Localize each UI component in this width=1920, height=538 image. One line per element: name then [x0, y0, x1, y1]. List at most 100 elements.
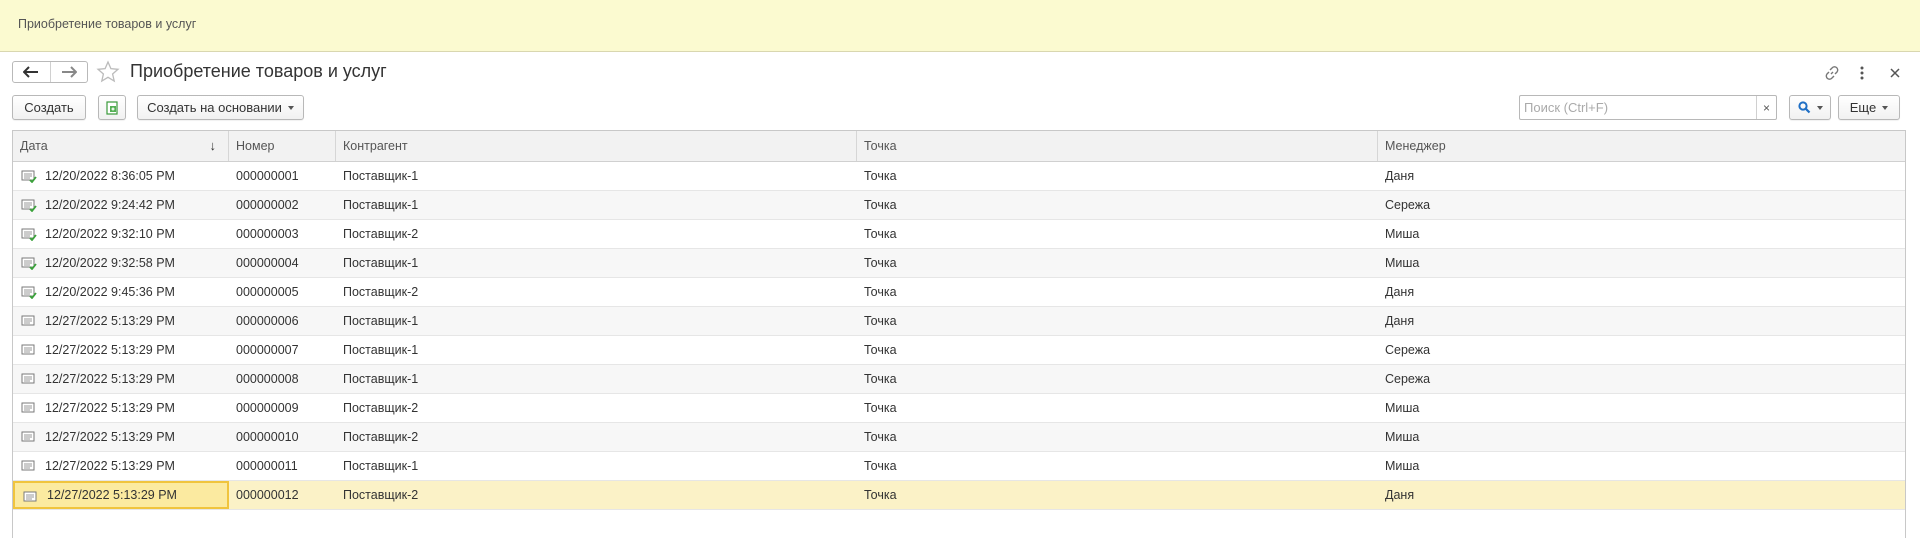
counterparty-cell[interactable]: Поставщик-1	[336, 336, 857, 364]
create-button[interactable]: Создать	[12, 95, 86, 120]
manager-cell[interactable]: Миша	[1378, 452, 1905, 480]
manager-cell[interactable]: Даня	[1378, 481, 1905, 509]
table-row[interactable]: 12/20/2022 9:32:10 PM 000000003 Поставщик-…	[13, 220, 1905, 249]
counterparty-cell[interactable]: Поставщик-2	[336, 481, 857, 509]
date-cell[interactable]: 12/27/2022 5:13:29 PM	[13, 394, 229, 422]
create-based-on-label: Создать на основании	[147, 100, 282, 115]
number-cell[interactable]: 000000010	[229, 423, 336, 451]
point-cell[interactable]: Точка	[857, 191, 1378, 219]
table-row[interactable]: 12/20/2022 9:32:58 PM 000000004 Поставщик-…	[13, 249, 1905, 278]
counterparty-cell[interactable]: Поставщик-2	[336, 394, 857, 422]
manager-cell[interactable]: Миша	[1378, 249, 1905, 277]
favorite-button[interactable]	[96, 60, 120, 84]
table-row[interactable]: 12/20/2022 9:45:36 PM 000000005 Поставщик-…	[13, 278, 1905, 307]
number-cell[interactable]: 000000009	[229, 394, 336, 422]
date-cell[interactable]: 12/20/2022 8:36:05 PM	[13, 162, 229, 190]
date-cell[interactable]: 12/27/2022 5:13:29 PM	[13, 481, 229, 509]
counterparty-cell[interactable]: Поставщик-2	[336, 278, 857, 306]
date-cell[interactable]: 12/20/2022 9:45:36 PM	[13, 278, 229, 306]
number-cell[interactable]: 000000011	[229, 452, 336, 480]
table-row[interactable]: 12/27/2022 5:13:29 PM 000000006 Поставщик-…	[13, 307, 1905, 336]
point-cell[interactable]: Точка	[857, 336, 1378, 364]
point-cell[interactable]: Точка	[857, 394, 1378, 422]
column-header-counterparty[interactable]: Контрагент	[336, 131, 857, 161]
table-row[interactable]: 12/27/2022 5:13:29 PM 000000007 Поставщик-…	[13, 336, 1905, 365]
point-cell[interactable]: Точка	[857, 452, 1378, 480]
more-button-label: Еще	[1849, 100, 1877, 115]
table-row[interactable]: 12/27/2022 5:13:29 PM 000000012 Поставщик-…	[13, 481, 1905, 510]
column-header-point[interactable]: Точка	[857, 131, 1378, 161]
column-header-manager[interactable]: Менеджер	[1378, 131, 1905, 161]
page-title: Приобретение товаров и услуг	[130, 61, 387, 81]
manager-cell-text: Миша	[1385, 256, 1420, 270]
manager-cell[interactable]: Сережа	[1378, 365, 1905, 393]
manager-cell[interactable]: Миша	[1378, 394, 1905, 422]
number-cell[interactable]: 000000006	[229, 307, 336, 335]
point-cell[interactable]: Точка	[857, 307, 1378, 335]
date-cell[interactable]: 12/27/2022 5:13:29 PM	[13, 423, 229, 451]
search-input[interactable]	[1520, 96, 1758, 119]
counterparty-cell-text: Поставщик-1	[343, 169, 419, 183]
date-cell[interactable]: 12/27/2022 5:13:29 PM	[13, 336, 229, 364]
manager-cell[interactable]: Сережа	[1378, 191, 1905, 219]
manager-cell[interactable]: Миша	[1378, 220, 1905, 248]
manager-cell[interactable]: Даня	[1378, 162, 1905, 190]
point-cell[interactable]: Точка	[857, 162, 1378, 190]
manager-cell[interactable]: Даня	[1378, 278, 1905, 306]
date-cell[interactable]: 12/27/2022 5:13:29 PM	[13, 452, 229, 480]
number-cell[interactable]: 000000012	[229, 481, 336, 509]
point-cell[interactable]: Точка	[857, 365, 1378, 393]
link-button[interactable]	[1822, 63, 1842, 83]
table-row[interactable]: 12/27/2022 5:13:29 PM 000000010 Поставщик-…	[13, 423, 1905, 452]
chevron-down-icon	[287, 105, 294, 110]
counterparty-cell[interactable]: Поставщик-2	[336, 220, 857, 248]
search-options-button[interactable]	[1789, 95, 1831, 120]
number-cell[interactable]: 000000001	[229, 162, 336, 190]
column-header-date[interactable]: Дата ↓	[13, 131, 229, 161]
counterparty-cell[interactable]: Поставщик-1	[336, 191, 857, 219]
manager-cell[interactable]: Миша	[1378, 423, 1905, 451]
number-cell[interactable]: 000000007	[229, 336, 336, 364]
point-cell[interactable]: Точка	[857, 278, 1378, 306]
point-cell-text: Точка	[864, 227, 897, 241]
table-row[interactable]: 12/27/2022 5:13:29 PM 000000009 Поставщик-…	[13, 394, 1905, 423]
create-based-on-dropdown[interactable]: Создать на основании	[137, 95, 304, 120]
date-cell-text: 12/27/2022 5:13:29 PM	[47, 488, 177, 502]
forward-button[interactable]	[49, 62, 87, 82]
manager-cell[interactable]: Сережа	[1378, 336, 1905, 364]
counterparty-cell[interactable]: Поставщик-1	[336, 452, 857, 480]
point-cell[interactable]: Точка	[857, 423, 1378, 451]
number-cell[interactable]: 000000003	[229, 220, 336, 248]
manager-cell[interactable]: Даня	[1378, 307, 1905, 335]
back-button[interactable]	[13, 62, 50, 82]
forward-arrow-icon	[61, 66, 77, 78]
point-cell[interactable]: Точка	[857, 220, 1378, 248]
counterparty-cell[interactable]: Поставщик-2	[336, 423, 857, 451]
more-actions-button[interactable]	[1852, 63, 1872, 83]
counterparty-cell[interactable]: Поставщик-1	[336, 162, 857, 190]
number-cell[interactable]: 000000008	[229, 365, 336, 393]
table-row[interactable]: 12/27/2022 5:13:29 PM 000000008 Поставщик-…	[13, 365, 1905, 394]
date-cell[interactable]: 12/27/2022 5:13:29 PM	[13, 365, 229, 393]
table-row[interactable]: 12/27/2022 5:13:29 PM 000000011 Поставщик-…	[13, 452, 1905, 481]
close-button[interactable]	[1885, 63, 1905, 83]
number-cell[interactable]: 000000004	[229, 249, 336, 277]
date-cell[interactable]: 12/20/2022 9:32:10 PM	[13, 220, 229, 248]
date-cell[interactable]: 12/27/2022 5:13:29 PM	[13, 307, 229, 335]
date-cell[interactable]: 12/20/2022 9:24:42 PM	[13, 191, 229, 219]
table-row[interactable]: 12/20/2022 9:24:42 PM 000000002 Поставщик-…	[13, 191, 1905, 220]
column-header-number[interactable]: Номер	[229, 131, 336, 161]
search-clear-button[interactable]: ×	[1756, 96, 1776, 119]
counterparty-cell[interactable]: Поставщик-1	[336, 249, 857, 277]
more-button[interactable]: Еще	[1838, 95, 1900, 120]
counterparty-cell[interactable]: Поставщик-1	[336, 307, 857, 335]
counterparty-cell[interactable]: Поставщик-1	[336, 365, 857, 393]
number-cell[interactable]: 000000002	[229, 191, 336, 219]
number-cell[interactable]: 000000005	[229, 278, 336, 306]
date-cell-text: 12/20/2022 9:24:42 PM	[45, 198, 175, 212]
table-row[interactable]: 12/20/2022 8:36:05 PM 000000001 Поставщик-…	[13, 162, 1905, 191]
point-cell[interactable]: Точка	[857, 249, 1378, 277]
copy-document-button[interactable]	[98, 95, 126, 120]
point-cell[interactable]: Точка	[857, 481, 1378, 509]
date-cell[interactable]: 12/20/2022 9:32:58 PM	[13, 249, 229, 277]
